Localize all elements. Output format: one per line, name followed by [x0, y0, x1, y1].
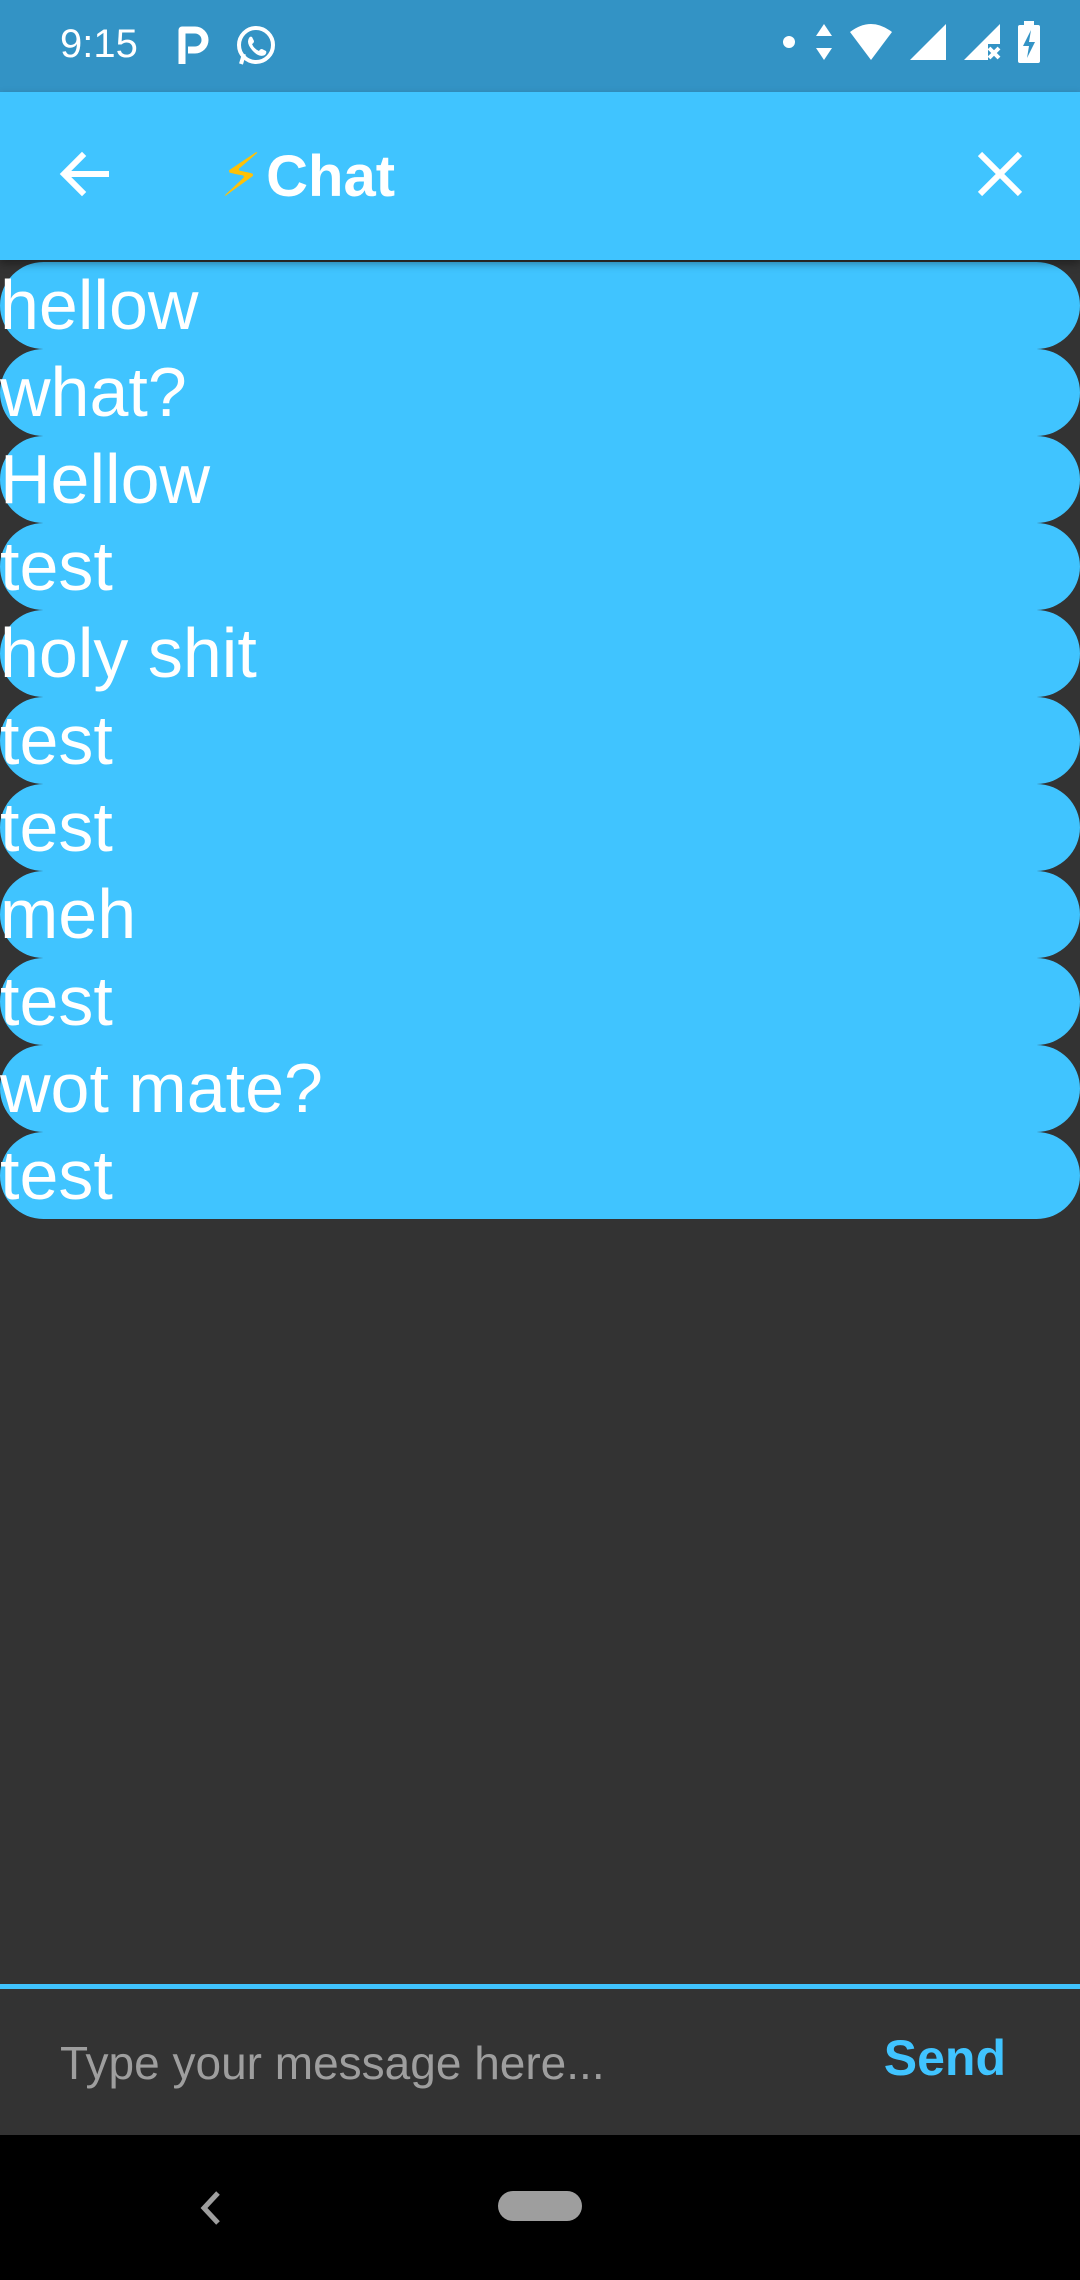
message-bubble[interactable]: test: [0, 784, 1080, 871]
chat-screen: 9:15 ⚡ Chat hellow what? Hellow test hol…: [0, 0, 1080, 2280]
message-text: test: [0, 962, 113, 1040]
status-bar: 9:15: [0, 0, 1080, 92]
message-bubble[interactable]: Hellow: [0, 436, 1080, 523]
message-text: test: [0, 788, 113, 866]
message-text: what?: [0, 353, 187, 431]
message-text: meh: [0, 875, 137, 953]
signal-icon: [908, 22, 948, 67]
parking-icon: [176, 26, 212, 71]
close-button[interactable]: [960, 136, 1040, 216]
message-bubble[interactable]: what?: [0, 349, 1080, 436]
status-left-icons: [176, 24, 278, 73]
status-time: 9:15: [60, 22, 138, 66]
message-text: Hellow: [0, 440, 211, 518]
system-nav-bar: [0, 2135, 1080, 2280]
message-input[interactable]: [58, 2019, 822, 2107]
wifi-icon: [848, 22, 894, 67]
close-icon: [975, 149, 1025, 204]
message-bubble[interactable]: test: [0, 958, 1080, 1045]
nav-back-icon[interactable]: [190, 2183, 230, 2233]
composer: Send: [0, 1989, 1080, 2135]
message-text: test: [0, 701, 113, 779]
signal-no-sim-icon: [962, 22, 1002, 67]
message-bubble[interactable]: test: [0, 523, 1080, 610]
message-bubble[interactable]: holy shit: [0, 610, 1080, 697]
message-text: test: [0, 1136, 113, 1214]
message-text: wot mate?: [0, 1049, 323, 1127]
back-button[interactable]: [44, 136, 124, 216]
send-button[interactable]: Send: [884, 2029, 1006, 2087]
message-bubble[interactable]: wot mate?: [0, 1045, 1080, 1132]
whatsapp-icon: [234, 24, 278, 73]
message-list: hellow what? Hellow test holy shit test …: [0, 262, 1080, 1219]
message-bubble[interactable]: hellow: [0, 262, 1080, 349]
status-right-icons: [778, 20, 1042, 69]
dot-icon: [778, 31, 800, 58]
nav-home-pill[interactable]: [498, 2191, 582, 2221]
app-bar: ⚡ Chat: [0, 92, 1080, 260]
message-text: holy shit: [0, 614, 257, 692]
data-arrows-icon: [814, 22, 834, 67]
message-bubble[interactable]: meh: [0, 871, 1080, 958]
message-bubble[interactable]: test: [0, 697, 1080, 784]
battery-charging-icon: [1016, 20, 1042, 69]
message-text: test: [0, 527, 113, 605]
message-text: hellow: [0, 266, 199, 344]
page-title: ⚡ Chat: [220, 134, 395, 218]
lightning-icon: ⚡: [220, 142, 263, 209]
page-title-text: Chat: [266, 143, 396, 209]
message-bubble[interactable]: test: [0, 1132, 1080, 1219]
arrow-back-icon: [56, 146, 112, 207]
